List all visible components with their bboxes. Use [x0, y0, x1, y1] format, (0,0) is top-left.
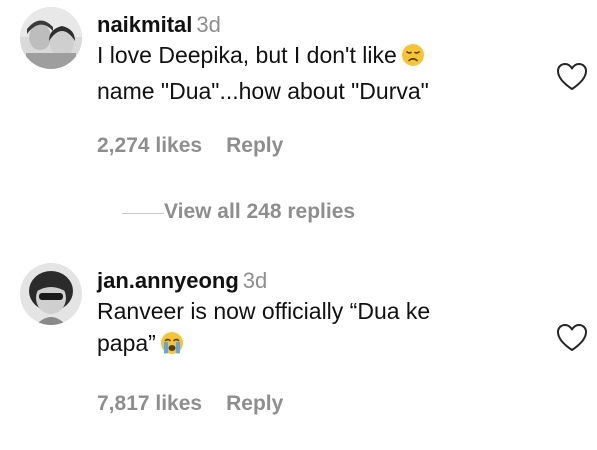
comment-text: papa”	[97, 330, 156, 356]
username[interactable]: naikmital	[97, 12, 192, 37]
heart-outline-icon[interactable]	[556, 62, 588, 92]
comment-meta: 2,274 likes Reply	[97, 134, 283, 158]
view-replies-label[interactable]: View all 248 replies	[164, 200, 355, 224]
comment-header: jan.annyeong 3d	[97, 267, 537, 295]
disappointed-face-icon	[401, 43, 425, 75]
comment-text: name "Dua"...how about "Durva"	[97, 78, 429, 104]
loudly-crying-face-icon	[160, 331, 184, 363]
likes-count[interactable]: 7,817 likes	[97, 392, 202, 416]
comment-item: naikmital 3d I love Deepika, but I don't …	[0, 0, 597, 190]
comment-text: I love Deepika, but I don't like	[97, 42, 397, 68]
heart-outline-icon[interactable]	[556, 323, 588, 353]
avatar[interactable]	[20, 7, 82, 69]
comment-text-line: Ranveer is now officially “Dua ke	[97, 295, 537, 327]
comment-header: naikmital 3d	[97, 11, 537, 39]
timestamp: 3d	[196, 12, 221, 37]
likes-count[interactable]: 2,274 likes	[97, 134, 202, 158]
divider	[122, 213, 164, 214]
username[interactable]: jan.annyeong	[97, 268, 239, 293]
comment-text-line: name "Dua"...how about "Durva"	[97, 75, 537, 107]
comment-text-line: I love Deepika, but I don't like	[97, 39, 537, 75]
comment-body: naikmital 3d I love Deepika, but I don't …	[97, 11, 537, 107]
comment-body: jan.annyeong 3d Ranveer is now officially…	[97, 267, 537, 363]
comment-meta: 7,817 likes Reply	[97, 392, 283, 416]
avatar[interactable]	[20, 263, 82, 325]
comment-text-line: papa”	[97, 327, 537, 363]
reply-button[interactable]: Reply	[226, 392, 283, 416]
comment-item: jan.annyeong 3d Ranveer is now officially…	[0, 250, 597, 450]
reply-button[interactable]: Reply	[226, 134, 283, 158]
timestamp: 3d	[242, 268, 268, 293]
comment-text: Ranveer is now officially “Dua ke	[97, 298, 431, 324]
